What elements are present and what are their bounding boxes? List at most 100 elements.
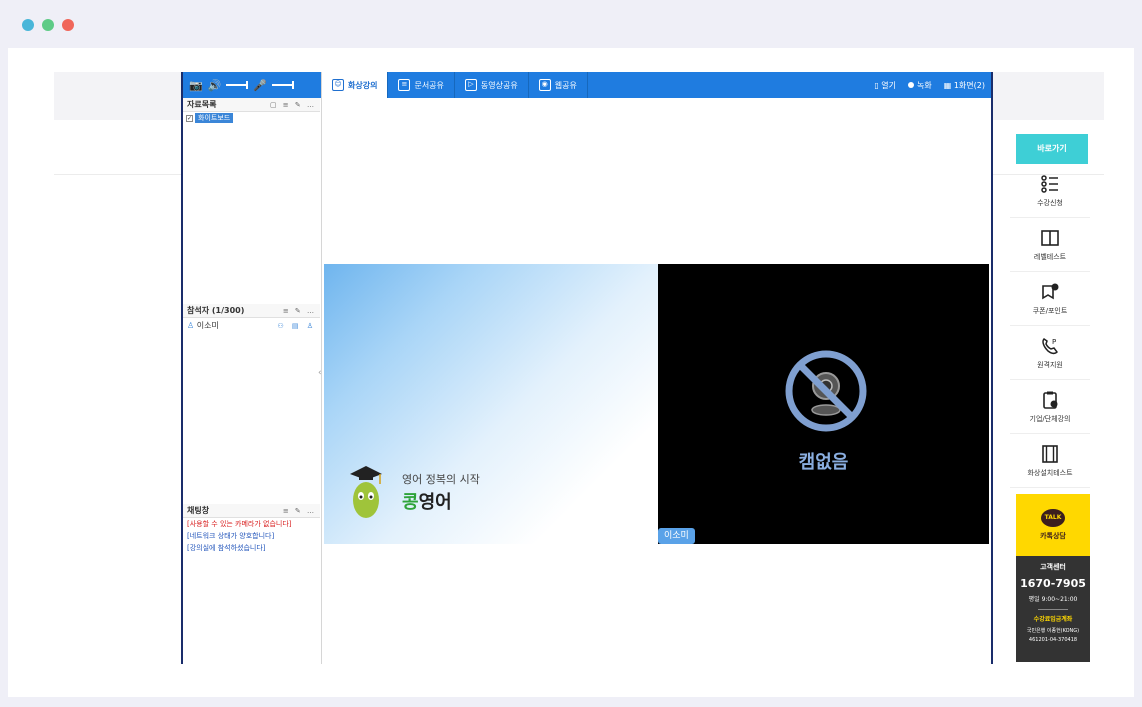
frame-left [0,48,8,707]
quick-item-enroll[interactable]: 수강신청 [1010,164,1090,218]
tab-label: 동영상공유 [480,80,518,90]
quick-item-label: 화상설치테스트 [1027,468,1073,477]
clipboard-icon [1043,391,1058,409]
customer-center: 고객센터 1670-7905 평일 9:00~21:00 수강료입금계좌 국민은… [1016,556,1090,662]
participants-title: 참석자 (1/300) [187,306,245,315]
cs-hours: 평일 9:00~21:00 [1028,596,1078,603]
quick-item-install-test[interactable]: 화상설치테스트 [1010,434,1090,488]
collapse-panel-icon[interactable]: ‹ [318,368,322,378]
quick-item-corporate[interactable]: 기업/단체강의 [1010,380,1090,434]
person-icon: ☺ [332,79,344,91]
chat-header: 채팅창 ≡ ✎ … [183,504,320,518]
tab-document-share[interactable]: ≡ 문서공유 [388,72,455,98]
participant-name: ♙ 이소미 [187,320,219,331]
quick-item-label: 쿠폰/포인트 [1032,306,1068,315]
user-icon: ♙ [187,321,197,330]
toolbar-right: ▯ 열기 녹화 ▦ 1화면(2) [874,72,991,98]
speaker-volume-slider[interactable] [226,81,249,89]
no-camera-label: 캠없음 [798,452,849,473]
quick-item-coupon[interactable]: 쿠폰/포인트 [1010,272,1090,326]
logo-subtitle: 영어 정복의 시작 [402,473,480,486]
coupon-icon [1042,283,1059,299]
video-tile-no-camera[interactable]: 캠없음 [658,264,989,544]
cs-title: 고객센터 [1040,563,1066,571]
frame-bottom [0,697,1142,707]
chat-tools-icon[interactable]: ≡ ✎ … [283,507,316,515]
video-class-app: 📷 🔊 🎤 자료목록 ▢ ≡ ✎ … ✓ 화이트보드 참석자 (1/300) ≡… [181,72,993,664]
participant-row[interactable]: ♙ 이소미 ⚇ ▤ ♙ [183,318,320,333]
record-label: 녹화 [917,80,932,90]
speaker-icon[interactable]: 🔊 [208,80,222,91]
play-icon: ▷ [464,79,477,91]
chat-message: [네트워크 상태가 양호합니다] [187,532,275,540]
cs-account-title: 수강료입금계좌 [1033,616,1073,623]
web-icon: ◉ [538,79,551,91]
chat-section: 채팅창 ≡ ✎ … [사용할 수 있는 카메라가 없습니다] [네트워크 상태가… [183,504,320,664]
quick-item-remote-support[interactable]: P 원격지원 [1010,326,1090,380]
logo-title: 콩영어 [402,488,452,514]
participant-name-text: 이소미 [196,321,219,330]
cs-divider [1038,609,1068,610]
materials-header: 자료목록 ▢ ≡ ✎ … [183,98,320,112]
film-icon [1042,444,1058,463]
chat-title: 채팅창 [187,506,210,515]
audio-controls: 📷 🔊 🎤 [183,72,321,98]
logo-title-rest: 영어 [418,492,452,513]
participant-status-icons[interactable]: ⚇ ▤ ♙ [277,322,316,330]
main-tab-bar: ☺ 화상강의 ≡ 문서공유 ▷ 동영상공유 ◉ 웹공유 ▯ 열기 녹화 ▦ 1화… [322,72,991,98]
materials-tools-icon[interactable]: ▢ ≡ ✎ … [270,101,316,109]
tab-web-share[interactable]: ◉ 웹공유 [529,72,588,98]
exit-label: 열기 [881,80,896,90]
left-panel: 📷 🔊 🎤 자료목록 ▢ ≡ ✎ … ✓ 화이트보드 참석자 (1/300) ≡… [183,72,322,664]
frame-right [1134,48,1142,707]
participants-header: 참석자 (1/300) ≡ ✎ … [183,304,320,318]
kakao-consult-button[interactable]: TALK 카톡상담 [1016,494,1090,556]
chat-message: [강의실에 참석하셨습니다] [187,544,266,552]
video-tile-logo[interactable]: 영어 정복의 시작 콩영어 [324,264,658,544]
grid-icon: ▦ [943,80,954,90]
participant-name-tag: 이소미 [658,528,695,544]
window-minimize-button[interactable] [42,19,54,31]
svg-text:P: P [1052,338,1056,346]
kakao-talk-icon: TALK [1041,509,1065,527]
participants-tools-icon[interactable]: ≡ ✎ … [283,307,316,315]
quick-item-label: 기업/단체강의 [1029,414,1071,423]
record-icon [908,81,914,88]
material-item[interactable]: ✓ 화이트보드 [186,113,320,123]
quick-item-label: 원격지원 [1037,360,1063,369]
list-icon [1041,174,1058,193]
quick-item-label: 수강신청 [1037,198,1063,207]
tab-label: 화상강의 [348,80,378,90]
exit-button[interactable]: ▯ 열기 [874,80,896,91]
quick-menu-header[interactable]: 바로가기 [1016,134,1088,164]
cs-bank: 국민은행 이종헌(KONG) [1026,628,1080,634]
cs-phone: 1670-7905 [1020,577,1086,590]
materials-section: 자료목록 ▢ ≡ ✎ … ✓ 화이트보드 [183,98,320,312]
tab-video-share[interactable]: ▷ 동영상공유 [455,72,529,98]
window-maximize-button[interactable] [62,19,74,31]
quick-item-level-test[interactable]: 레벨테스트 [1010,218,1090,272]
camera-icon[interactable]: 📷 [189,80,203,91]
browser-title-bar [0,0,1142,48]
checkbox-icon[interactable]: ✓ [186,114,193,122]
mascot-icon [350,466,382,518]
record-button[interactable]: 녹화 [908,80,932,91]
screen-layout-label: 1화면(2) [953,80,985,90]
document-icon: ≡ [398,79,411,91]
phone-icon: P [1042,338,1058,354]
chat-message: [사용할 수 있는 카메라가 없습니다] [187,520,292,528]
quick-item-label: 레벨테스트 [1033,252,1067,261]
material-item-label[interactable]: 화이트보드 [195,113,234,123]
quick-menu: 바로가기 수강신청 레벨테스트 쿠폰/포인트 P 원격지원 기업/단체강의 화상… [1010,134,1090,662]
mic-volume-slider[interactable] [272,81,295,89]
window-close-button[interactable] [22,19,34,31]
tab-video-class[interactable]: ☺ 화상강의 [322,72,389,98]
tab-label: 문서공유 [414,80,444,90]
screen-layout-button[interactable]: ▦ 1화면(2) [944,80,985,91]
tab-label: 웹공유 [554,80,577,90]
book-icon [1041,229,1059,246]
materials-title: 자료목록 [187,100,217,109]
kakao-label: 카톡상담 [1040,532,1066,540]
microphone-icon[interactable]: 🎤 [253,80,267,91]
logo-title-green: 콩 [402,492,419,513]
